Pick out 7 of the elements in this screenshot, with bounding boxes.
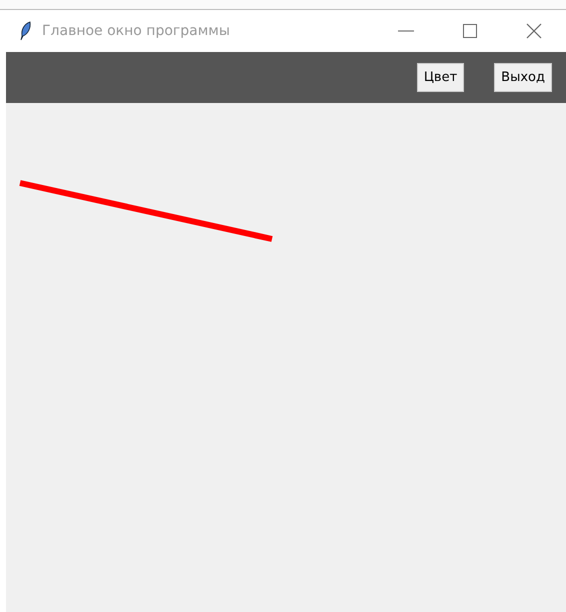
feather-icon (20, 21, 32, 41)
toolbar-button[interactable]: Цвет (416, 63, 464, 92)
window-title: Главное окно программы (42, 23, 231, 39)
toolbar-button[interactable]: Выход (494, 63, 552, 92)
maximize-icon[interactable] (463, 24, 477, 38)
close-icon[interactable] (526, 23, 542, 39)
minimize-icon[interactable] (398, 30, 414, 32)
